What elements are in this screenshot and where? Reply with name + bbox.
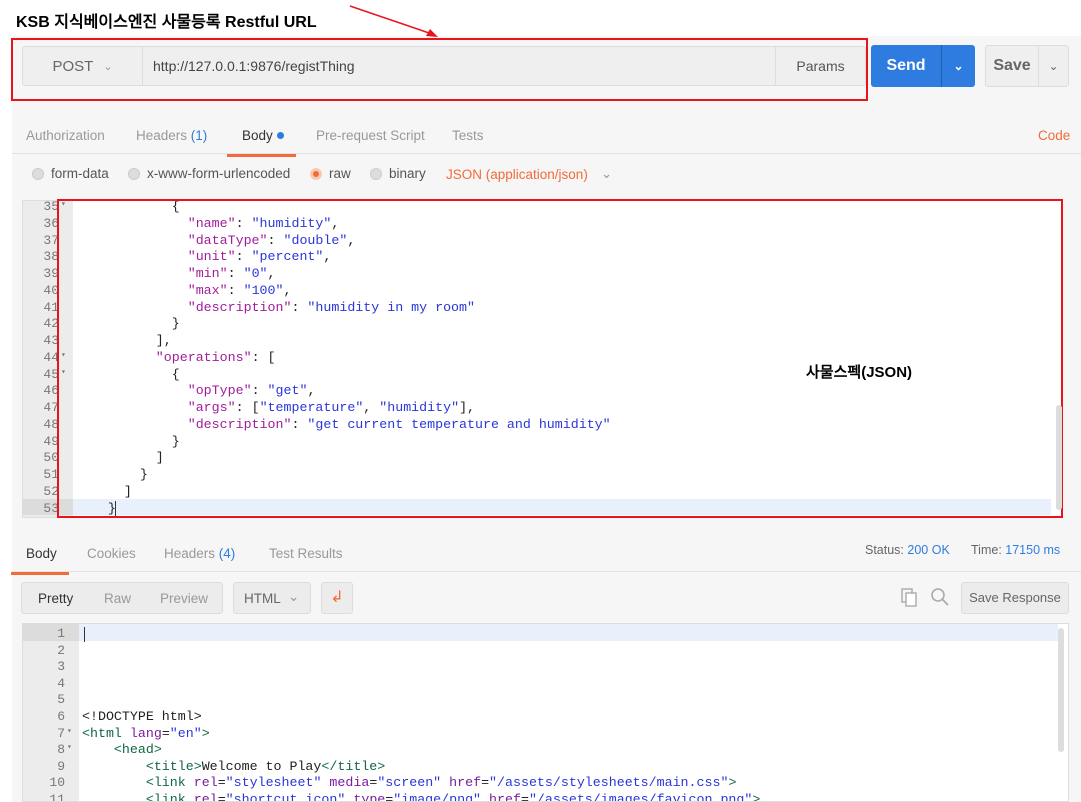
send-dropdown-icon[interactable]: ⌄	[941, 45, 975, 87]
code-line: <html lang="en">	[82, 725, 210, 741]
tab-tests[interactable]: Tests	[452, 128, 484, 143]
response-tab-body[interactable]: Body	[11, 546, 69, 575]
tab-pre-request-script[interactable]: Pre-request Script	[316, 128, 425, 143]
line-number: 37	[43, 232, 59, 248]
request-tabs: Authorization Headers (1) Body Pre-reque…	[12, 116, 1081, 157]
code-line: <link rel="shortcut icon" type="image/pn…	[145, 792, 761, 802]
code-line: <title>Welcome to Play</title>	[145, 758, 386, 774]
response-tab-headers[interactable]: Headers (4)	[164, 546, 235, 561]
save-label: Save	[993, 57, 1031, 74]
line-number: 38	[43, 249, 59, 265]
line-number: 41	[43, 299, 59, 315]
active-line-highlight	[79, 624, 1058, 641]
line-number: 1	[57, 626, 65, 641]
content-type-select[interactable]: JSON (application/json) ⌄	[446, 166, 612, 182]
line-number: 39	[43, 266, 59, 282]
line-number: 52	[43, 483, 59, 499]
line-number: 36	[43, 215, 59, 231]
code-link[interactable]: Code	[1038, 128, 1070, 143]
copy-icon[interactable]	[900, 587, 918, 607]
line-number: 8	[57, 742, 65, 758]
annotation-json-box	[57, 199, 1063, 518]
annotation-json-label: 사물스펙(JSON)	[806, 364, 913, 381]
line-number: 11	[49, 792, 65, 802]
view-pretty[interactable]: Pretty	[38, 591, 73, 606]
line-number: 4	[57, 675, 65, 691]
view-mode-group: Pretty Raw Preview	[21, 582, 223, 614]
fold-toggle-icon[interactable]: ▾	[67, 726, 72, 736]
line-number: 6	[57, 709, 65, 724]
view-raw[interactable]: Raw	[104, 591, 131, 606]
line-number: 45	[43, 366, 59, 382]
line-number: 40	[43, 282, 59, 298]
line-number: 51	[43, 467, 59, 483]
code-line: <!DOCTYPE html>	[82, 709, 202, 724]
radio-raw[interactable]: raw	[310, 166, 351, 181]
text-cursor	[84, 627, 85, 642]
wrap-lines-icon[interactable]: ↲	[321, 582, 353, 614]
format-select[interactable]: HTML ⌄	[233, 582, 311, 614]
tab-authorization[interactable]: Authorization	[26, 128, 105, 143]
modified-dot-icon	[276, 132, 284, 139]
line-number: 10	[49, 775, 65, 791]
response-tab-test-results[interactable]: Test Results	[269, 546, 343, 561]
search-icon[interactable]	[930, 587, 950, 607]
line-number: 2	[57, 642, 65, 658]
line-number: 48	[43, 416, 59, 432]
line-number: 7	[57, 725, 65, 741]
send-button[interactable]: Send ⌄	[871, 45, 975, 87]
scrollbar[interactable]	[1058, 628, 1064, 752]
line-number: 43	[43, 333, 59, 349]
radio-binary[interactable]: binary	[370, 166, 426, 181]
line-number: 50	[43, 450, 59, 466]
tab-body[interactable]: Body	[227, 128, 296, 157]
response-status: Status: 200 OK	[865, 543, 950, 557]
radio-x-www-form-urlencoded[interactable]: x-www-form-urlencoded	[128, 166, 290, 181]
line-number: 53	[43, 500, 59, 516]
line-number: 35	[43, 200, 59, 214]
code-line: <link rel="stylesheet" media="screen" hr…	[145, 775, 737, 791]
save-response-button[interactable]: Save Response	[961, 582, 1069, 614]
line-number: 42	[43, 316, 59, 332]
save-button[interactable]: Save ⌄	[985, 45, 1069, 87]
radio-form-data[interactable]: form-data	[32, 166, 109, 181]
tab-headers[interactable]: Headers (1)	[136, 128, 207, 143]
scrollbar[interactable]	[1056, 405, 1062, 510]
line-number: 9	[57, 758, 65, 774]
line-number: 47	[43, 400, 59, 416]
fold-toggle-icon[interactable]: ▾	[67, 742, 72, 752]
line-number: 5	[57, 692, 65, 708]
annotation-url-box	[11, 38, 868, 101]
response-tab-cookies[interactable]: Cookies	[87, 546, 136, 561]
view-preview[interactable]: Preview	[160, 591, 208, 606]
save-dropdown-icon[interactable]: ⌄	[1038, 46, 1068, 86]
line-number: 46	[43, 383, 59, 399]
code-line: <head>	[113, 742, 162, 758]
response-body-editor[interactable]: 1 2 3 4 5 6 <!DOCTYPE html> 7 ▾ <html lang="en"> 8…	[22, 623, 1069, 802]
send-label: Send	[886, 57, 926, 74]
line-number: 49	[43, 433, 59, 449]
line-number: 44	[43, 349, 59, 365]
response-time: Time: 17150 ms	[971, 543, 1061, 557]
line-number: 3	[57, 659, 65, 675]
